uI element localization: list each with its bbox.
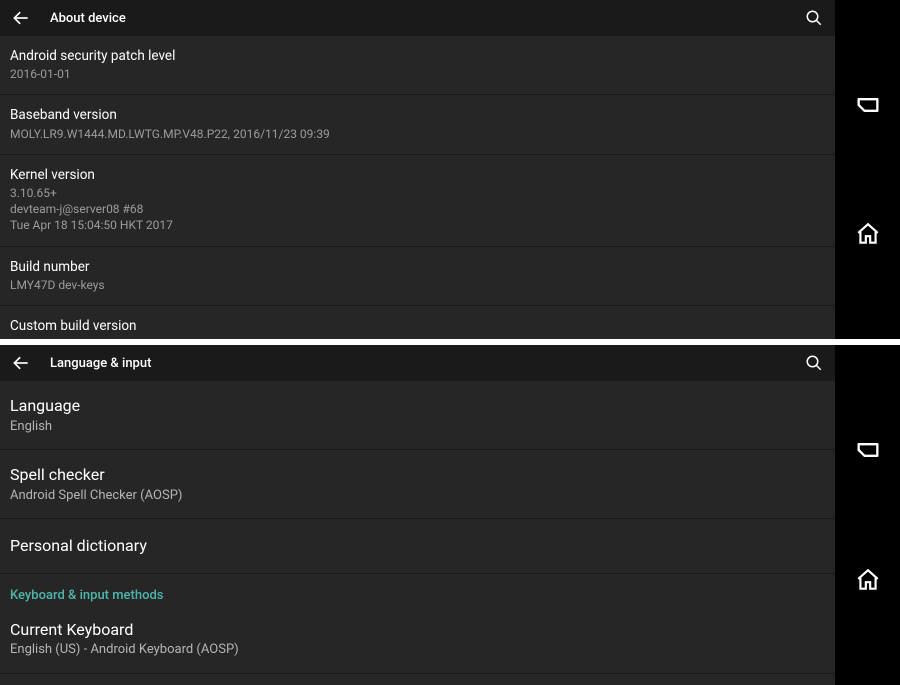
nav-home-button[interactable] (853, 219, 883, 249)
item-personal-dictionary[interactable]: Personal dictionary (0, 519, 835, 574)
search-icon (805, 354, 823, 372)
arrow-left-icon (11, 8, 31, 28)
back-button[interactable] (10, 7, 32, 29)
nav-back-button[interactable] (853, 90, 883, 120)
arrow-left-icon (11, 353, 31, 373)
item-title: Personal dictionary (10, 535, 825, 557)
search-button[interactable] (803, 7, 825, 29)
main-panel: Language & input Language English Spell … (0, 345, 835, 685)
item-title: Spell checker (10, 464, 825, 486)
item-kernel[interactable]: Kernel version 3.10.65+ devteam-j@server… (0, 155, 835, 247)
item-subtitle: English (10, 418, 825, 436)
appbar-title: Language & input (50, 356, 803, 371)
item-title: Build number (10, 258, 825, 276)
item-subtitle: 2016-01-01 (10, 66, 825, 82)
item-title: Current Keyboard (10, 619, 825, 641)
item-subtitle: 3.10.65+ devteam-j@server08 #68 Tue Apr … (10, 185, 825, 234)
nav-back-button[interactable] (853, 435, 883, 465)
item-baseband[interactable]: Baseband version MOLY.LR9.W1444.MD.LWTG.… (0, 95, 835, 154)
item-spell-checker[interactable]: Spell checker Android Spell Checker (AOS… (0, 450, 835, 519)
item-subtitle: Android Spell Checker (AOSP) (10, 487, 825, 505)
item-subtitle: MOLY.LR9.W1444.MD.LWTG.MP.V48.P22, 2016/… (10, 126, 825, 142)
home-icon (855, 221, 881, 247)
system-navbar (835, 0, 900, 339)
item-security-patch[interactable]: Android security patch level 2016-01-01 (0, 36, 835, 95)
screen-language-input: Language & input Language English Spell … (0, 345, 900, 685)
item-android-keyboard[interactable]: Android Keyboard (AOSP) (0, 674, 835, 685)
item-subtitle: LMY47D dev-keys (10, 277, 825, 293)
item-subtitle: English (US) - Android Keyboard (AOSP) (10, 641, 825, 659)
item-build-number[interactable]: Build number LMY47D dev-keys (0, 247, 835, 306)
item-language[interactable]: Language English (0, 381, 835, 450)
screen-about-device: About device Android security patch leve… (0, 0, 900, 339)
appbar: About device (0, 0, 835, 36)
item-title: Android security patch level (10, 47, 825, 65)
settings-list: Android security patch level 2016-01-01 … (0, 36, 835, 339)
item-title: Custom build version (10, 317, 825, 335)
back-icon (854, 91, 882, 119)
back-button[interactable] (10, 352, 32, 374)
item-custom-build[interactable]: Custom build version ALPS.L1.MP3.V2.95_T… (0, 306, 835, 339)
section-header-keyboard: Keyboard & input methods (0, 574, 835, 613)
item-current-keyboard[interactable]: Current Keyboard English (US) - Android … (0, 613, 835, 674)
nav-home-button[interactable] (853, 565, 883, 595)
item-title: Kernel version (10, 166, 825, 184)
system-navbar (835, 345, 900, 685)
item-title: Baseband version (10, 106, 825, 124)
appbar: Language & input (0, 345, 835, 381)
item-title: Language (10, 395, 825, 417)
main-panel: About device Android security patch leve… (0, 0, 835, 339)
back-icon (854, 436, 882, 464)
settings-list: Language English Spell checker Android S… (0, 381, 835, 685)
appbar-title: About device (50, 11, 803, 26)
search-icon (805, 9, 823, 27)
item-subtitle: ALPS.L1.MP3.V2.95_T98_V1.3.0 (10, 336, 825, 339)
home-icon (855, 567, 881, 593)
search-button[interactable] (803, 352, 825, 374)
